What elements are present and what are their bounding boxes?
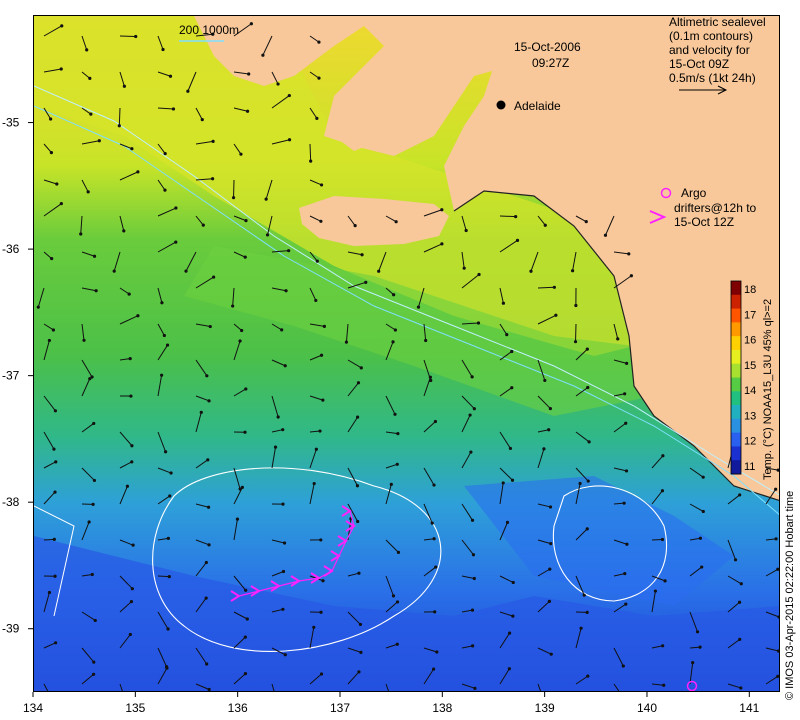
x-tick-label: 134	[23, 701, 43, 715]
colorbar-segment	[731, 432, 741, 447]
colorbar-tick-label: 15	[744, 360, 756, 372]
colorbar-segment	[731, 281, 741, 296]
y-axis: -35 -36 -37 -38 -39	[2, 116, 33, 636]
x-tick-label: 137	[330, 701, 350, 715]
legend-line5: 0.5m/s (1kt 24h)	[669, 71, 756, 85]
legend-line1: Altimetric sealevel	[669, 16, 766, 29]
colorbar-title: Temp. (°C) NOAA15_L3U 45% ql>=2	[762, 298, 774, 480]
sst-map[interactable]: 200 1000m 15-Oct-2006 09:27Z Altimetric …	[33, 15, 780, 692]
argo-line1: Argo	[681, 186, 707, 200]
colorbar-tick-label: 16	[744, 335, 756, 347]
title-date: 15-Oct-2006	[514, 40, 581, 54]
map-canvas: 200 1000m 15-Oct-2006 09:27Z Altimetric …	[34, 16, 779, 691]
colorbar-segment	[731, 363, 741, 378]
colorbar-tick-label: 17	[744, 309, 756, 321]
colorbar-tick-label: 18	[744, 284, 756, 296]
colorbar-segment	[731, 391, 741, 406]
x-tick-label: 140	[637, 701, 657, 715]
y-tick-label: -38	[2, 495, 20, 509]
colorbar-segment	[731, 418, 741, 434]
y-tick-label: -39	[2, 622, 20, 636]
y-tick-label: -36	[2, 242, 20, 256]
city-label: Adelaide	[514, 99, 561, 113]
y-tick-label: -37	[2, 369, 20, 383]
legend-line3: and velocity for	[669, 43, 750, 57]
x-tick-label: 138	[432, 701, 452, 715]
x-tick-label: 136	[228, 701, 248, 715]
x-tick-label: 139	[535, 701, 555, 715]
adelaide-marker[interactable]	[496, 100, 506, 110]
title-time: 09:27Z	[532, 56, 569, 70]
colorbar-tick-label: 13	[744, 410, 756, 422]
colorbar-tick-label: 11	[744, 461, 755, 473]
colorbar-segment	[731, 460, 741, 475]
y-tick-label: -35	[2, 116, 20, 130]
x-tick-label: 135	[125, 701, 145, 715]
colorbar-segment	[731, 446, 741, 461]
argo-line3: 15-Oct 12Z	[674, 215, 734, 229]
x-tick-label: 141	[739, 701, 759, 715]
colorbar-segment	[731, 405, 741, 420]
legend-line2: (0.1m contours)	[669, 29, 753, 43]
credit-text: © IMOS 03-Apr-2015 02:22:00 Hobart time	[784, 490, 796, 700]
colorbar-segment	[731, 336, 741, 351]
colorbar-tick-label: 14	[744, 385, 756, 397]
legend-line4: 15-Oct 09Z	[669, 57, 729, 71]
colorbar-segment	[731, 349, 741, 365]
colorbar-segment	[731, 377, 741, 392]
colorbar-segment	[731, 322, 741, 337]
colorbar-segment	[731, 308, 741, 323]
argo-line2: drifters@12h to	[674, 201, 757, 215]
colorbar-segment	[731, 294, 741, 310]
x-axis: 134 135 136 137 138 139 140 141	[23, 692, 760, 715]
scale-label: 200 1000m	[179, 23, 239, 37]
colorbar-tick-label: 12	[744, 436, 756, 448]
